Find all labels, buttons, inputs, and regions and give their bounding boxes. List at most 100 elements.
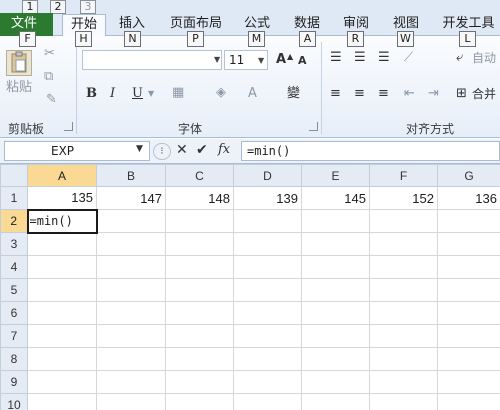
cell[interactable] bbox=[96, 324, 166, 348]
cell[interactable] bbox=[96, 370, 166, 394]
cell[interactable] bbox=[301, 347, 370, 371]
quick-access-key-1[interactable]: 1 bbox=[22, 0, 38, 14]
cell[interactable]: 145 bbox=[301, 186, 370, 210]
align-middle-icon[interactable]: ☰ bbox=[354, 50, 366, 66]
clipboard-launcher-icon[interactable] bbox=[64, 122, 73, 131]
cancel-formula-icon[interactable]: ✕ bbox=[176, 142, 188, 158]
row-header[interactable]: 6 bbox=[0, 301, 28, 325]
increase-font-size-icon[interactable]: A bbox=[276, 52, 286, 68]
wrap-text-icon[interactable]: ⤶ bbox=[456, 50, 463, 66]
column-header-c[interactable]: C bbox=[165, 164, 234, 187]
active-cell-a2[interactable]: =min() bbox=[26, 208, 98, 234]
cell[interactable] bbox=[96, 393, 166, 410]
phonetic-guide-icon[interactable]: 變 bbox=[287, 86, 300, 102]
cell[interactable] bbox=[96, 232, 166, 256]
cell[interactable] bbox=[233, 301, 302, 325]
cell[interactable] bbox=[437, 301, 500, 325]
cell[interactable]: 135 bbox=[27, 186, 97, 210]
cell[interactable] bbox=[437, 324, 500, 348]
cell[interactable] bbox=[369, 347, 438, 371]
column-header-g[interactable]: G bbox=[437, 164, 500, 187]
cell[interactable] bbox=[27, 393, 97, 410]
cell[interactable] bbox=[27, 370, 97, 394]
cell[interactable] bbox=[165, 255, 234, 279]
cell[interactable]: 136 bbox=[437, 186, 500, 210]
cell[interactable] bbox=[233, 232, 302, 256]
copy-icon[interactable]: ⧉ bbox=[44, 69, 53, 85]
decrease-indent-icon[interactable]: ⇤ bbox=[404, 86, 415, 102]
cell[interactable] bbox=[437, 209, 500, 233]
cell[interactable] bbox=[369, 393, 438, 410]
cell[interactable] bbox=[301, 324, 370, 348]
cell[interactable] bbox=[165, 347, 234, 371]
underline-dropdown-icon[interactable]: ▼ bbox=[148, 86, 154, 102]
cell[interactable] bbox=[437, 370, 500, 394]
cell[interactable] bbox=[437, 393, 500, 410]
cell[interactable] bbox=[233, 324, 302, 348]
select-all-corner[interactable] bbox=[0, 164, 28, 187]
cell[interactable] bbox=[165, 393, 234, 410]
decrease-font-size-icon[interactable]: A bbox=[298, 53, 307, 69]
column-header-a[interactable]: A bbox=[27, 164, 97, 187]
cell[interactable] bbox=[27, 232, 97, 256]
row-header[interactable]: 9 bbox=[0, 370, 28, 394]
column-header-d[interactable]: D bbox=[233, 164, 302, 187]
cell[interactable] bbox=[369, 209, 438, 233]
cell[interactable] bbox=[369, 324, 438, 348]
cell[interactable] bbox=[369, 301, 438, 325]
row-header[interactable]: 1 bbox=[0, 186, 28, 210]
cell[interactable]: 147 bbox=[96, 186, 166, 210]
cell[interactable] bbox=[301, 209, 370, 233]
insert-function-icon[interactable]: fx bbox=[218, 142, 230, 158]
cell[interactable]: 152 bbox=[369, 186, 438, 210]
cell[interactable] bbox=[437, 278, 500, 302]
merge-center-label[interactable]: 合并 bbox=[472, 86, 496, 102]
cell[interactable] bbox=[233, 347, 302, 371]
cell[interactable] bbox=[301, 255, 370, 279]
cell[interactable] bbox=[437, 347, 500, 371]
cell[interactable] bbox=[96, 347, 166, 371]
merge-center-icon[interactable]: ⊞ bbox=[456, 86, 467, 102]
cell[interactable] bbox=[165, 209, 234, 233]
column-header-b[interactable]: B bbox=[96, 164, 166, 187]
cell[interactable] bbox=[233, 255, 302, 279]
format-painter-icon[interactable]: ✎ bbox=[46, 92, 57, 108]
align-right-icon[interactable]: ≡ bbox=[378, 86, 389, 102]
paste-icon[interactable] bbox=[6, 50, 32, 76]
align-top-icon[interactable]: ☰ bbox=[330, 50, 342, 66]
row-header[interactable]: 8 bbox=[0, 347, 28, 371]
column-header-f[interactable]: F bbox=[369, 164, 438, 187]
font-name-dropdown-icon[interactable]: ▼ bbox=[214, 55, 220, 64]
row-header[interactable]: 3 bbox=[0, 232, 28, 256]
formula-input[interactable]: =min() bbox=[241, 141, 500, 161]
cell[interactable] bbox=[96, 301, 166, 325]
align-bottom-icon[interactable]: ☰ bbox=[378, 50, 390, 66]
quick-access-key-2[interactable]: 2 bbox=[50, 0, 66, 14]
cell[interactable] bbox=[301, 370, 370, 394]
name-box-dropdown-icon[interactable]: ▼ bbox=[136, 144, 143, 154]
cell[interactable] bbox=[165, 232, 234, 256]
row-header[interactable]: 10 bbox=[0, 393, 28, 410]
quick-access-key-3[interactable]: 3 bbox=[80, 0, 96, 14]
wrap-text-label[interactable]: 自动 bbox=[472, 50, 496, 66]
borders-icon[interactable]: ▦ bbox=[172, 85, 184, 101]
bold-button[interactable]: B bbox=[86, 86, 97, 102]
cell[interactable] bbox=[233, 278, 302, 302]
font-name-combo[interactable]: ▼ bbox=[82, 50, 222, 70]
name-box[interactable]: EXP bbox=[4, 141, 150, 161]
cell[interactable] bbox=[437, 232, 500, 256]
paste-label[interactable]: 粘贴 bbox=[4, 80, 34, 96]
formula-bar-grip-icon[interactable]: ⁝ bbox=[153, 143, 171, 160]
cell[interactable] bbox=[369, 232, 438, 256]
cell[interactable] bbox=[369, 255, 438, 279]
cell[interactable] bbox=[96, 255, 166, 279]
fill-color-icon[interactable]: ◈ bbox=[216, 85, 226, 101]
enter-formula-icon[interactable]: ✔ bbox=[196, 142, 208, 158]
cell[interactable] bbox=[233, 370, 302, 394]
column-header-e[interactable]: E bbox=[301, 164, 370, 187]
cell[interactable] bbox=[165, 324, 234, 348]
cell[interactable] bbox=[165, 370, 234, 394]
cell[interactable]: 148 bbox=[165, 186, 234, 210]
orientation-icon[interactable]: ⟋ bbox=[404, 50, 413, 66]
cell[interactable] bbox=[27, 255, 97, 279]
